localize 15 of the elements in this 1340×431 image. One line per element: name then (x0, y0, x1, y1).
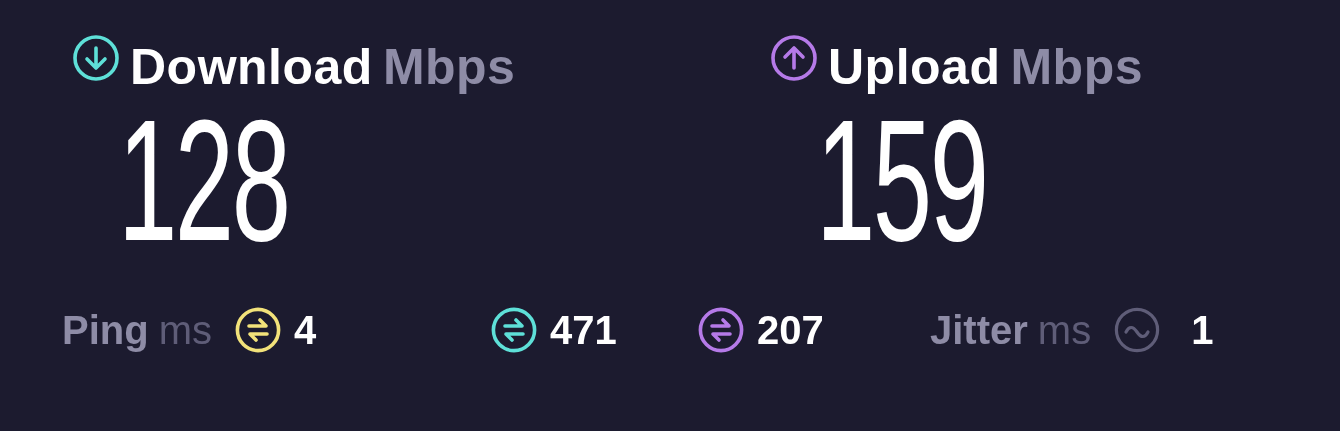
speed-value: 159 (816, 94, 987, 266)
speed-label: Download (130, 42, 373, 92)
speed-value: 128 (118, 94, 289, 266)
stat-value: 207 (757, 310, 824, 350)
stat-value: 1 (1191, 310, 1214, 350)
stat-label: Jitter (930, 310, 1028, 350)
stat-value: 471 (550, 310, 617, 350)
wave-icon (1113, 306, 1162, 354)
unit-label: ms (158, 310, 212, 350)
unit-label: ms (1037, 310, 1092, 350)
speed-label: Upload (828, 42, 1001, 92)
stat-label: Ping (62, 310, 149, 350)
unit-label: Mbps (1010, 42, 1143, 92)
unit-label: Mbps (382, 42, 516, 92)
stat-value: 4 (294, 310, 317, 350)
